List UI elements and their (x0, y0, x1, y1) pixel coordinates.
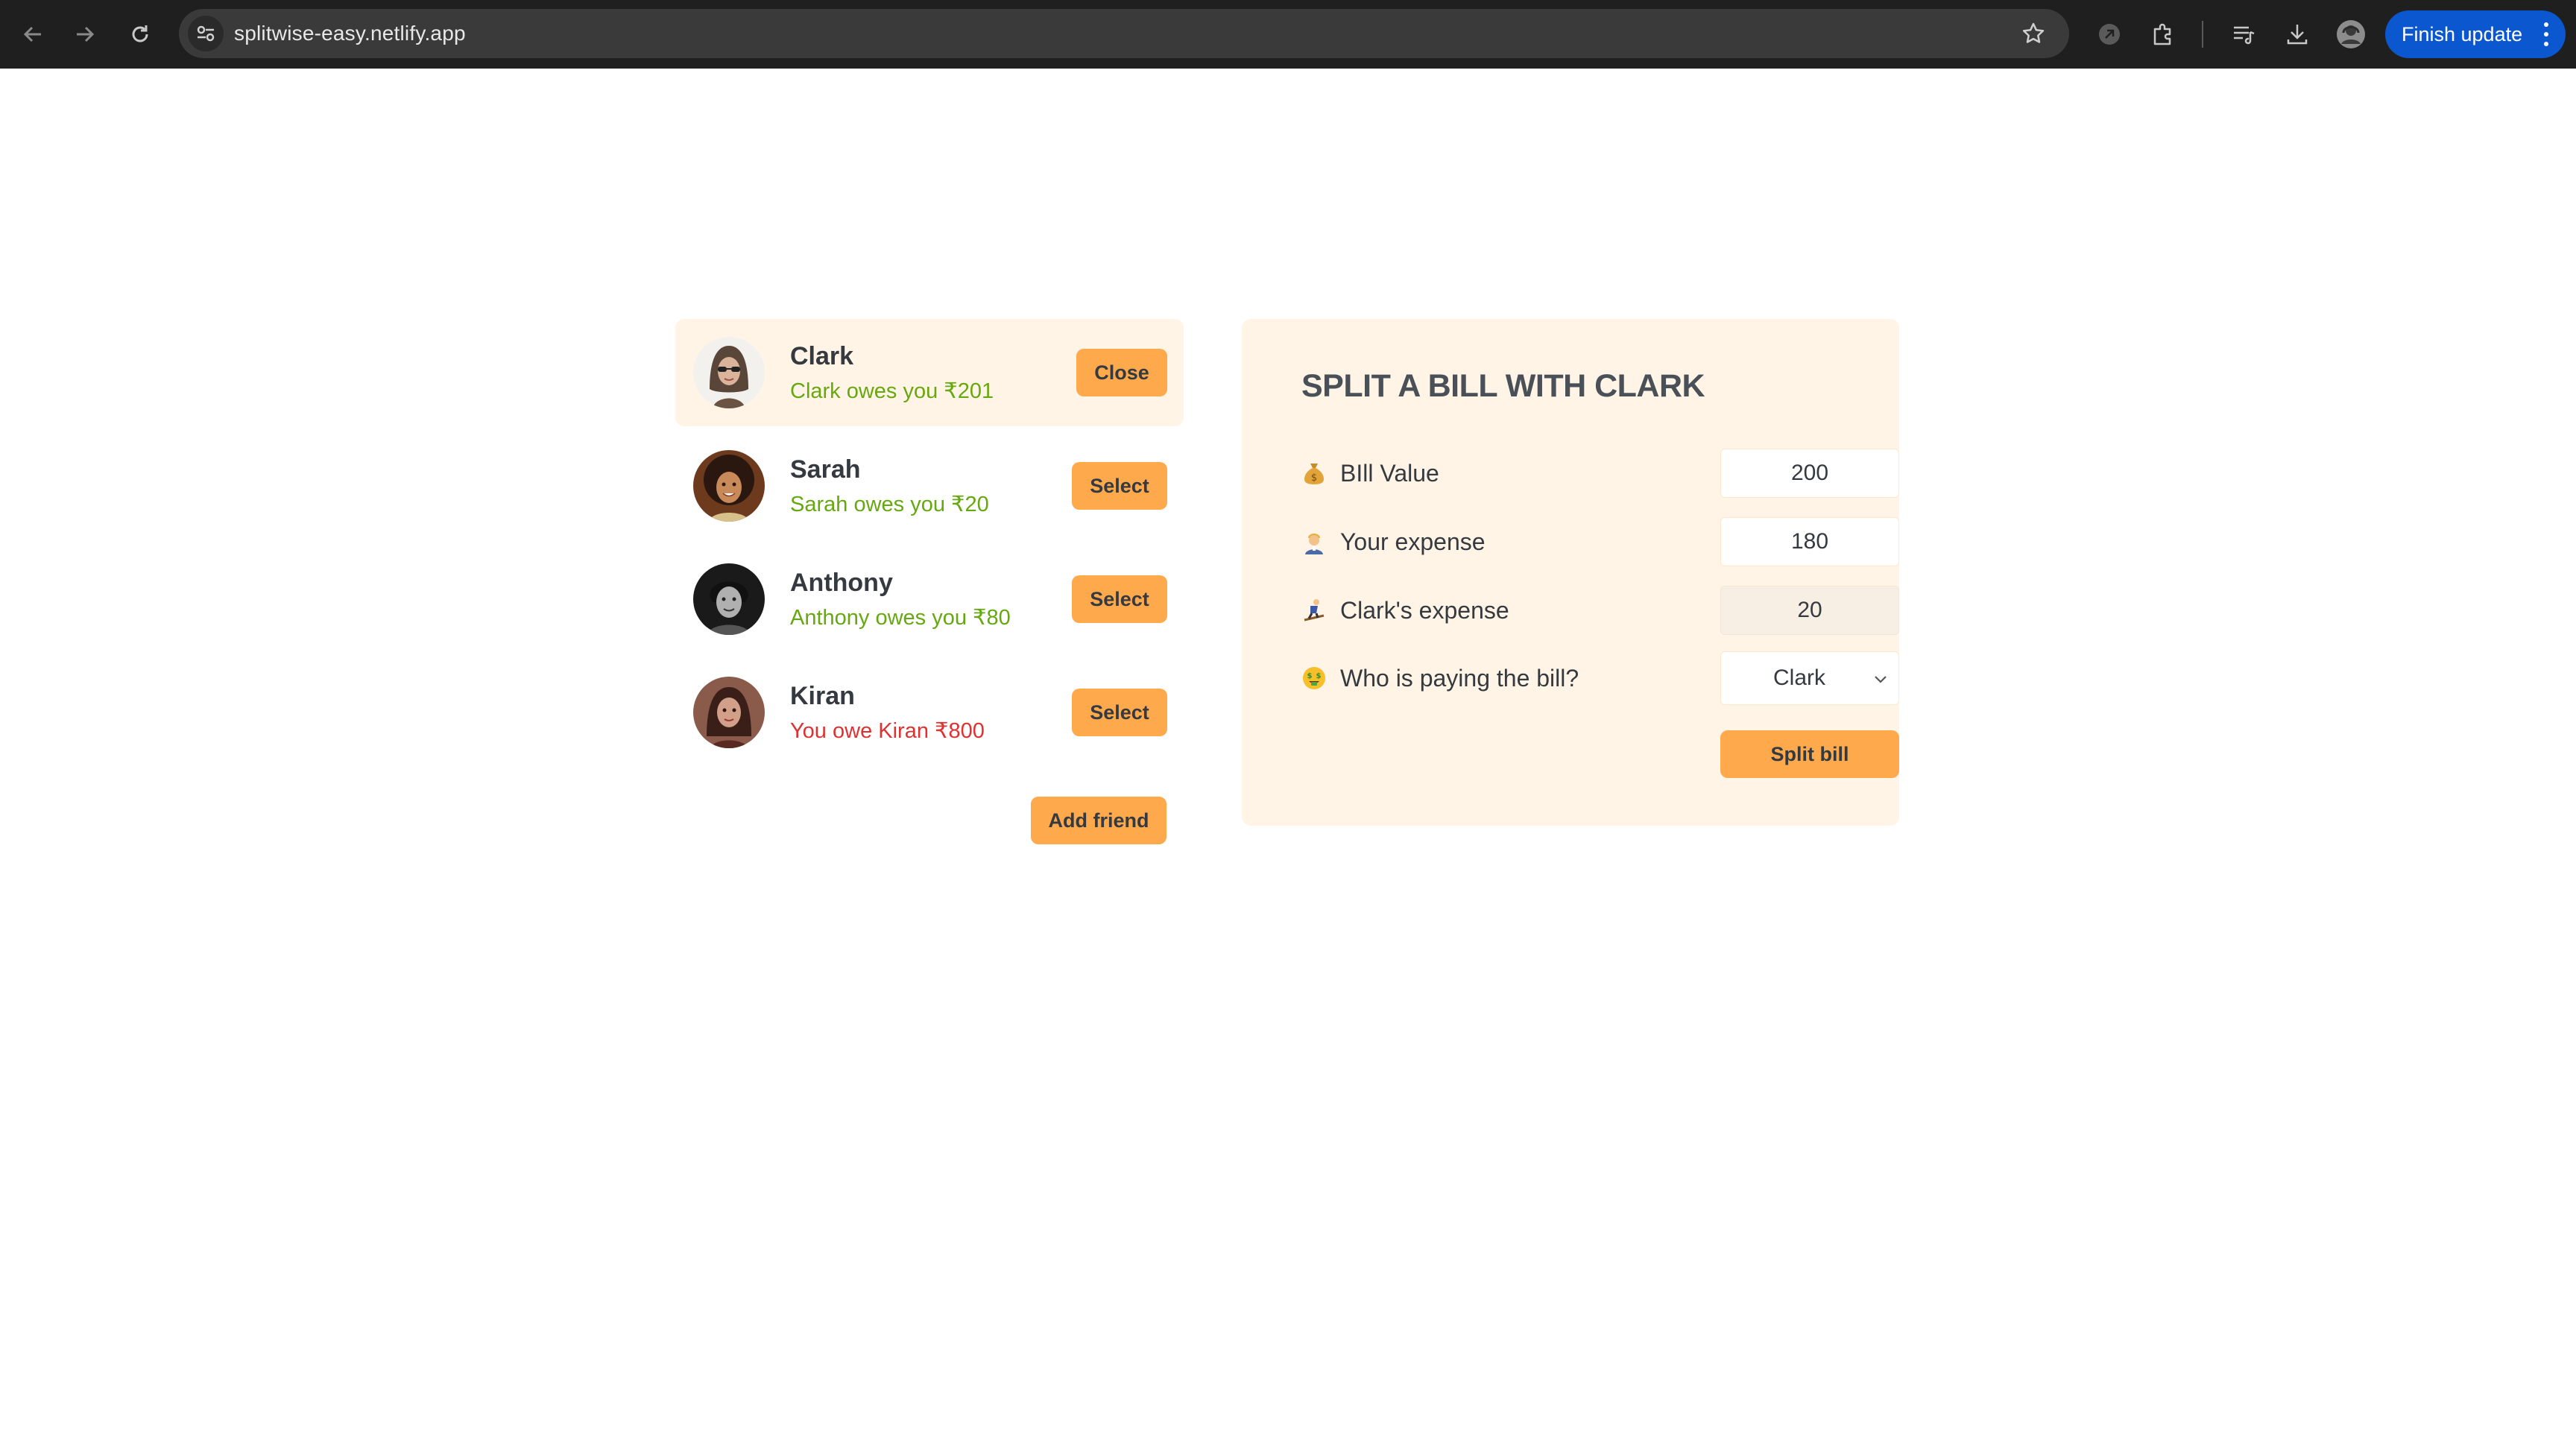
bill-value-label: BIll Value (1340, 459, 1439, 487)
friend-name: Clark (790, 342, 854, 370)
avatar-clark (693, 337, 765, 408)
profile-avatar-icon[interactable] (2332, 15, 2370, 54)
split-bill-form: SPLIT A BILL WITH CLARK $ BIll Value You… (1242, 319, 1899, 826)
toolbar-separator (2202, 21, 2203, 48)
friend-item-anthony[interactable]: Anthony Anthony owes you ₹80 Select (675, 545, 1184, 653)
payer-select[interactable]: Clark (1720, 651, 1899, 705)
select-button[interactable]: Select (1072, 462, 1167, 510)
media-queue-icon[interactable] (2224, 15, 2263, 54)
friend-balance: Clark owes you ₹201 (790, 379, 994, 403)
avatar-sarah (693, 450, 765, 522)
friends-list: Clark Clark owes you ₹201 Close Sarah Sa… (675, 319, 1184, 772)
bill-value-input[interactable] (1720, 449, 1899, 498)
bill-value-row: $ BIll Value (1301, 449, 1899, 498)
your-expense-row: Your expense (1301, 517, 1899, 566)
friend-expense-row: Clark's expense (1301, 586, 1899, 635)
friend-name: Sarah (790, 455, 861, 484)
svg-text:$: $ (1311, 472, 1317, 484)
address-bar[interactable]: splitwise-easy.netlify.app (179, 9, 2069, 58)
svg-text:$: $ (1316, 672, 1322, 680)
finish-update-button[interactable]: Finish update (2385, 10, 2566, 58)
friend-item-kiran[interactable]: Kiran You owe Kiran ₹800 Select (675, 659, 1184, 766)
forward-icon[interactable] (67, 16, 103, 52)
select-button[interactable]: Select (1072, 689, 1167, 736)
payer-selected-value: Clark (1773, 665, 1826, 690)
more-menu-icon[interactable] (2543, 22, 2549, 46)
payer-row: $ $ Who is paying the bill? Clark (1301, 651, 1899, 705)
back-icon[interactable] (15, 16, 51, 52)
friend-name: Kiran (790, 682, 855, 710)
friend-balance: Anthony owes you ₹80 (790, 606, 1011, 630)
friend-balance: You owe Kiran ₹800 (790, 719, 985, 743)
money-bag-icon: $ (1301, 461, 1327, 486)
avatar-kiran (693, 677, 765, 748)
money-mouth-face-icon: $ $ (1301, 665, 1327, 691)
friend-item-sarah[interactable]: Sarah Sarah owes you ₹20 Select (675, 432, 1184, 540)
browser-toolbar: splitwise-easy.netlify.app Finish update (0, 0, 2576, 69)
skier-icon (1301, 598, 1327, 623)
form-title: SPLIT A BILL WITH CLARK (1301, 368, 1705, 404)
close-button[interactable]: Close (1076, 349, 1167, 396)
friend-expense-input (1720, 586, 1899, 635)
svg-text:$: $ (1307, 672, 1313, 680)
split-bill-button[interactable]: Split bill (1720, 730, 1899, 778)
reload-icon[interactable] (122, 16, 158, 52)
extension-badge-icon[interactable] (2090, 15, 2129, 54)
person-icon (1301, 529, 1327, 554)
friend-name: Anthony (790, 569, 893, 597)
payer-label: Who is paying the bill? (1340, 664, 1579, 692)
add-friend-button[interactable]: Add friend (1031, 797, 1167, 844)
extensions-puzzle-icon[interactable] (2144, 15, 2182, 54)
download-icon[interactable] (2278, 15, 2317, 54)
bookmark-star-icon[interactable] (2015, 16, 2051, 51)
chevron-down-icon (1872, 668, 1890, 686)
friend-expense-label: Clark's expense (1340, 596, 1509, 624)
your-expense-label: Your expense (1340, 528, 1486, 555)
url-text[interactable]: splitwise-easy.netlify.app (234, 9, 466, 58)
friend-item-clark[interactable]: Clark Clark owes you ₹201 Close (675, 319, 1184, 426)
select-button[interactable]: Select (1072, 575, 1167, 623)
finish-update-label: Finish update (2402, 22, 2523, 45)
site-info-icon[interactable] (188, 16, 224, 51)
friend-balance: Sarah owes you ₹20 (790, 493, 989, 516)
your-expense-input[interactable] (1720, 517, 1899, 566)
avatar-anthony (693, 563, 765, 635)
